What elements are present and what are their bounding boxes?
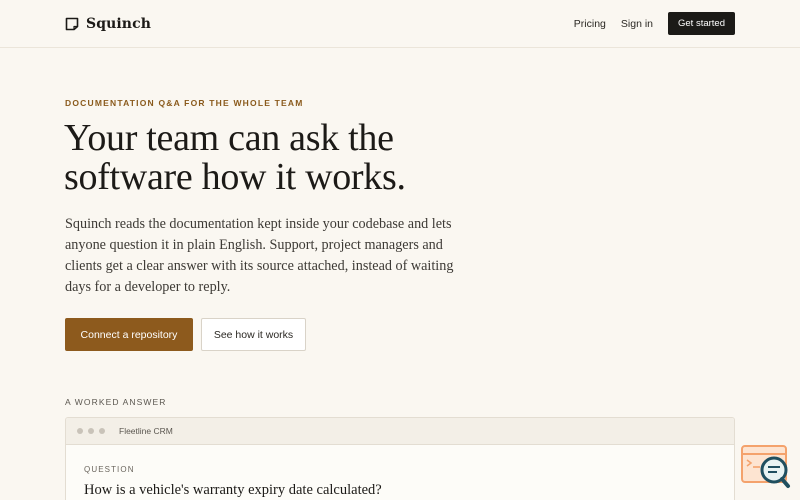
worked-answer-label: A WORKED ANSWER (65, 397, 167, 407)
window-title-bar: Fleetline CRM (66, 418, 734, 445)
top-nav-bar: Squinch Pricing Sign in Get started (0, 0, 800, 48)
window-dot (77, 428, 83, 434)
get-started-button[interactable]: Get started (668, 12, 735, 35)
headline-line: Your team can ask the (64, 117, 394, 159)
connect-repository-button[interactable]: Connect a repository (65, 318, 193, 351)
question-text: How is a vehicle's warranty expiry date … (84, 482, 382, 498)
description-line: anyone question it in plain English. Sup… (65, 237, 443, 253)
window-dot (99, 428, 105, 434)
hero-eyebrow: DOCUMENTATION Q&A FOR THE WHOLE TEAM (65, 98, 304, 108)
document-icon (65, 17, 79, 31)
hero-actions: Connect a repository See how it works (65, 318, 306, 351)
hero-headline: Your team can ask the software how it wo… (64, 119, 484, 197)
description-line: days for a developer to reply. (65, 279, 231, 295)
nav-link-pricing[interactable]: Pricing (574, 18, 606, 30)
description-line: Squinch reads the documentation kept ins… (65, 216, 452, 232)
example-window: Fleetline CRM QUESTION How is a vehicle'… (65, 417, 735, 500)
window-body: QUESTION How is a vehicle's warranty exp… (66, 445, 734, 499)
question-label: QUESTION (84, 465, 135, 474)
nav-link-sign-in[interactable]: Sign in (621, 18, 653, 30)
search-chat-icon[interactable] (740, 444, 792, 490)
window-dot (88, 428, 94, 434)
description-line: clients get a clear answer with its sour… (65, 258, 454, 274)
landing-page: Squinch Pricing Sign in Get started DOCU… (0, 0, 800, 500)
headline-line: software how it works. (64, 156, 406, 198)
see-how-it-works-button[interactable]: See how it works (201, 318, 306, 351)
main-nav: Pricing Sign in Get started (574, 12, 735, 35)
window-title: Fleetline CRM (119, 426, 173, 436)
brand-name: Squinch (86, 16, 151, 32)
hero-description: Squinch reads the documentation kept ins… (65, 214, 465, 298)
brand-logo[interactable]: Squinch (65, 14, 151, 34)
